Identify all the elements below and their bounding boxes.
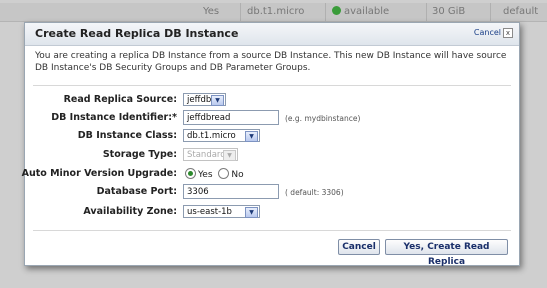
port-hint: ( default: 3306) bbox=[285, 188, 344, 197]
source-select[interactable]: jeffdb ▼ bbox=[183, 93, 226, 106]
field-row-zone: Availability Zone: us-east-1b ▼ bbox=[25, 204, 519, 220]
storage-type-label: Storage Type: bbox=[102, 149, 177, 160]
divider bbox=[33, 230, 511, 231]
identifier-hint: (e.g. mydbinstance) bbox=[285, 114, 361, 123]
zone-select[interactable]: us-east-1b ▼ bbox=[183, 205, 260, 218]
dialog-title: Create Read Replica DB Instance bbox=[35, 27, 239, 40]
instance-class-select[interactable]: db.t1.micro ▼ bbox=[183, 129, 260, 142]
storage-type-select: Standard ▼ bbox=[183, 148, 238, 161]
dialog-description: You are creating a replica DB Instance f… bbox=[35, 51, 507, 73]
radio-no[interactable] bbox=[218, 168, 230, 179]
table-cell-param-group: default bbox=[503, 6, 539, 17]
source-label: Read Replica Source: bbox=[63, 94, 177, 105]
close-icon[interactable]: x bbox=[503, 28, 513, 38]
table-cell-multi-az: Yes bbox=[203, 6, 220, 17]
chevron-down-icon: ▼ bbox=[223, 150, 236, 161]
table-cell-storage: 30 GiB bbox=[432, 6, 466, 17]
auto-minor-label: Auto Minor Version Upgrade: bbox=[21, 168, 177, 179]
dialog-titlebar: Create Read Replica DB Instance Cancel x bbox=[25, 23, 519, 46]
table-cell-class: db.t1.micro bbox=[247, 6, 305, 17]
create-read-replica-dialog: Create Read Replica DB Instance Cancel x … bbox=[21, 22, 520, 267]
field-row-port: Database Port: 3306 ( default: 3306) bbox=[25, 184, 519, 200]
column-divider bbox=[490, 3, 491, 21]
field-row-identifier: DB Instance Identifier:* jeffdbread (e.g… bbox=[25, 110, 519, 126]
status-dot-icon bbox=[332, 6, 341, 15]
column-divider bbox=[325, 3, 326, 21]
field-row-auto-minor: Auto Minor Version Upgrade: Yes No bbox=[21, 166, 519, 182]
auto-minor-no-option[interactable]: No bbox=[218, 168, 244, 180]
identifier-input[interactable]: jeffdbread bbox=[183, 110, 279, 125]
divider bbox=[33, 85, 511, 86]
instance-class-label: DB Instance Class: bbox=[77, 130, 177, 141]
table-cell-status: available bbox=[332, 6, 389, 17]
radio-yes[interactable] bbox=[185, 168, 196, 179]
field-row-instance-class: DB Instance Class: db.t1.micro ▼ bbox=[25, 128, 519, 144]
chevron-down-icon: ▼ bbox=[211, 95, 224, 106]
dialog-cancel-link[interactable]: Cancel x bbox=[474, 28, 513, 38]
field-row-storage-type: Storage Type: Standard ▼ bbox=[25, 147, 519, 163]
table-row: Yes db.t1.micro available 30 GiB default bbox=[0, 3, 547, 22]
field-row-source: Read Replica Source: jeffdb ▼ bbox=[25, 92, 519, 108]
chevron-down-icon: ▼ bbox=[245, 207, 258, 218]
identifier-label: DB Instance Identifier:* bbox=[51, 112, 177, 123]
cancel-button[interactable]: Cancel bbox=[338, 239, 380, 255]
chevron-down-icon: ▼ bbox=[245, 131, 258, 142]
port-input[interactable]: 3306 bbox=[183, 184, 279, 199]
create-read-replica-button[interactable]: Yes, Create Read Replica bbox=[385, 239, 508, 267]
auto-minor-yes-option[interactable]: Yes bbox=[185, 168, 213, 180]
column-divider bbox=[240, 3, 241, 21]
auto-minor-radio-group: Yes No bbox=[185, 168, 244, 180]
port-label: Database Port: bbox=[96, 186, 177, 197]
zone-label: Availability Zone: bbox=[83, 206, 177, 217]
column-divider bbox=[426, 3, 427, 21]
